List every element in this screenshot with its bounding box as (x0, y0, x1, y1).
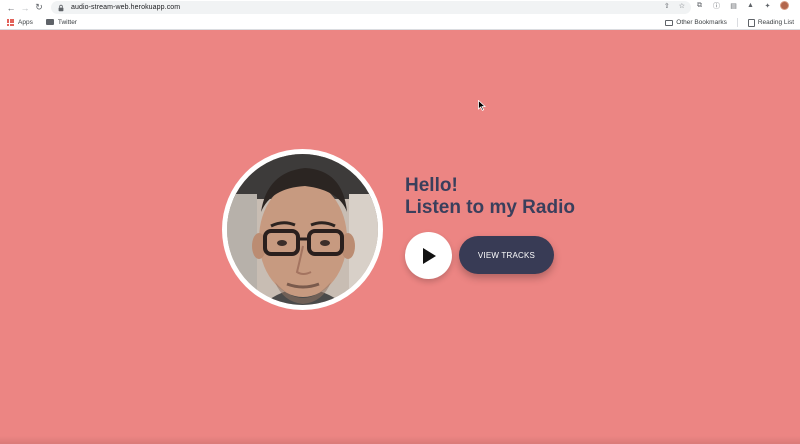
apps-grid-icon (7, 18, 14, 26)
play-button[interactable] (405, 232, 452, 279)
folder-icon (665, 19, 674, 26)
person-extension-icon[interactable]: ▲ (746, 1, 755, 10)
page-bottom-edge (0, 436, 800, 444)
bookmark-apps[interactable]: Apps (7, 18, 33, 26)
reading-list-label: Reading List (757, 19, 794, 26)
page-icon (45, 19, 54, 25)
profile-photo-image (227, 154, 378, 305)
hero-subtitle: Listen to my Radio (405, 197, 575, 218)
star-icon[interactable]: ☆ (679, 2, 685, 10)
hero-headline: Hello! Listen to my Radio (405, 175, 575, 219)
bookmark-twitter[interactable]: Twitter (45, 18, 77, 26)
back-icon[interactable]: ← (4, 1, 18, 15)
extension-list-icon[interactable]: ▤ (729, 1, 738, 10)
address-bar[interactable]: audio-stream-web.herokuapp.com ⇧ ☆ (51, 1, 691, 14)
mouse-cursor-icon (478, 100, 486, 111)
profile-photo (222, 149, 383, 310)
browser-toolbar: ← → ↻ audio-stream-web.herokuapp.com ⇧ ☆… (0, 0, 800, 15)
bookmark-label: Apps (18, 18, 33, 26)
address-url[interactable]: audio-stream-web.herokuapp.com (71, 4, 180, 11)
puzzle-icon[interactable]: ✦ (763, 1, 772, 10)
bookmarks-bar: Apps Twitter Other Bookmarks Reading Lis… (0, 15, 800, 30)
hero-greeting: Hello! (405, 175, 458, 196)
view-tracks-button[interactable]: VIEW TRACKS (459, 236, 554, 274)
forward-icon[interactable]: → (18, 1, 32, 15)
profile-avatar[interactable] (780, 1, 789, 10)
play-icon (422, 247, 436, 264)
other-bookmarks-label: Other Bookmarks (676, 19, 727, 26)
reading-list[interactable]: Reading List (747, 18, 794, 27)
share-icon[interactable]: ⇧ (664, 2, 670, 10)
info-icon[interactable]: ⓘ (712, 1, 721, 10)
extension-icon[interactable]: ⧉ (695, 1, 704, 10)
lock-icon (58, 4, 64, 11)
reload-icon[interactable]: ↻ (32, 1, 46, 15)
divider (736, 18, 738, 27)
other-bookmarks[interactable]: Other Bookmarks (665, 19, 727, 26)
bookmark-label: Twitter (57, 18, 77, 26)
reading-list-icon (747, 18, 755, 27)
